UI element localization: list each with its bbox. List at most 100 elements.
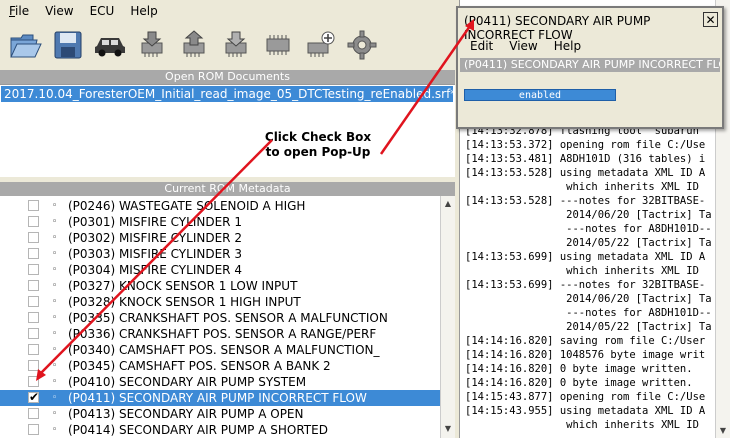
bullet-icon: ◦ [52, 313, 58, 323]
metadata-row[interactable]: ◦ (P0410) SECONDARY AIR PUMP SYSTEM [0, 374, 440, 390]
metadata-row[interactable]: ◦ (P0328) KNOCK SENSOR 1 HIGH INPUT [0, 294, 440, 310]
menu-help[interactable]: Help [130, 4, 157, 18]
metadata-row[interactable]: ◦ (P0301) MISFIRE CYLINDER 1 [0, 214, 440, 230]
metadata-row-label: (P0303) MISFIRE CYLINDER 3 [68, 247, 242, 261]
chip-download-icon[interactable] [134, 27, 170, 63]
log-line: which inherits XML ID [465, 419, 699, 431]
popup-menu-edit[interactable]: Edit [470, 39, 493, 53]
annotation-text: Click Check Box to open Pop-Up [264, 130, 372, 159]
log-scroll-down-icon[interactable]: ▼ [718, 426, 728, 436]
gear-icon[interactable] [344, 27, 380, 63]
log-line: [14:14:16.820] 0 byte image written. [465, 363, 693, 375]
log-line: which inherits XML ID [465, 181, 699, 193]
metadata-row-label: (P0345) CAMSHAFT POS. SENSOR A BANK 2 [68, 359, 331, 373]
metadata-row-label: (P0304) MISFIRE CYLINDER 4 [68, 263, 242, 277]
chip-icon[interactable] [260, 27, 296, 63]
metadata-row-label: (P0413) SECONDARY AIR PUMP A OPEN [68, 407, 304, 421]
bullet-icon: ◦ [52, 201, 58, 211]
row-checkbox[interactable] [28, 328, 39, 339]
open-rom-header: Open ROM Documents [0, 70, 455, 84]
popup-menu-bar: Edit View Help [458, 36, 722, 56]
log-line: [14:15:43.877] opening rom file C:/Use [465, 391, 706, 403]
metadata-row[interactable]: ◦ (P0345) CAMSHAFT POS. SENSOR A BANK 2 [0, 358, 440, 374]
metadata-row-label: (P0414) SECONDARY AIR PUMP A SHORTED [68, 423, 328, 437]
metadata-row[interactable]: ◦ (P0303) MISFIRE CYLINDER 3 [0, 246, 440, 262]
row-checkbox[interactable] [28, 248, 39, 259]
log-line: [14:15:43.955] using metadata XML ID A [465, 405, 706, 417]
log-line: [14:13:53.372] opening rom file C:/Use [465, 139, 706, 151]
metadata-row[interactable]: ◦ (P0246) WASTEGATE SOLENOID A HIGH [0, 198, 440, 214]
close-icon[interactable]: ✕ [703, 12, 718, 27]
row-checkbox[interactable] [28, 408, 39, 419]
row-checkbox[interactable] [28, 216, 39, 227]
log-line: [14:13:53.481] A8DH101D (316 tables) i [465, 153, 706, 165]
bullet-icon: ◦ [52, 425, 58, 435]
log-line: [14:13:53.699] using metadata XML ID A [465, 251, 706, 263]
bullet-icon: ◦ [52, 329, 58, 339]
metadata-row[interactable]: ◦ (P0302) MISFIRE CYLINDER 2 [0, 230, 440, 246]
metadata-row-label: (P0327) KNOCK SENSOR 1 LOW INPUT [68, 279, 298, 293]
popup-menu-view[interactable]: View [509, 39, 537, 53]
menu-file[interactable]: File [9, 4, 29, 18]
menu-ecu[interactable]: ECU [90, 4, 115, 18]
row-checkbox[interactable] [28, 360, 39, 371]
metadata-row-label: (P0411) SECONDARY AIR PUMP INCORRECT FLO… [68, 391, 367, 405]
metadata-row-label: (P0336) CRANKSHAFT POS. SENSOR A RANGE/P… [68, 327, 377, 341]
row-checkbox[interactable] [28, 312, 39, 323]
row-checkbox[interactable] [28, 296, 39, 307]
chip-download-alt-icon[interactable] [218, 27, 254, 63]
bullet-icon: ◦ [52, 217, 58, 227]
log-line: ---notes for A8DH101D-- [465, 307, 712, 319]
popup-menu-help[interactable]: Help [554, 39, 581, 53]
bullet-icon: ◦ [52, 377, 58, 387]
save-disk-icon[interactable] [50, 27, 86, 63]
folder-open-icon[interactable] [8, 27, 44, 63]
log-line: 2014/05/22 [Tactrix] Ta [465, 321, 712, 333]
menu-view[interactable]: View [45, 4, 73, 18]
log-line: 2014/06/20 [Tactrix] Ta [465, 209, 712, 221]
metadata-row-label: (P0302) MISFIRE CYLINDER 2 [68, 231, 242, 245]
row-checkbox[interactable] [28, 376, 39, 387]
row-checkbox[interactable] [28, 200, 39, 211]
chip-add-icon[interactable] [302, 27, 338, 63]
scroll-up-icon[interactable]: ▲ [443, 199, 453, 209]
log-line: which inherits XML ID [465, 265, 699, 277]
row-checkbox[interactable] [28, 232, 39, 243]
bullet-icon: ◦ [52, 233, 58, 243]
metadata-row[interactable]: ✔ ◦ (P0411) SECONDARY AIR PUMP INCORRECT F… [0, 390, 440, 406]
row-checkbox[interactable] [28, 264, 39, 275]
scroll-down-icon[interactable]: ▼ [443, 424, 453, 434]
open-rom-file[interactable]: 2017.10.04_ForesterOEM_Initial_read_imag… [1, 86, 453, 102]
log-line: 2014/05/22 [Tactrix] Ta [465, 237, 712, 249]
menu-bar: File View ECU Help [0, 0, 455, 22]
metadata-row[interactable]: ◦ (P0304) MISFIRE CYLINDER 4 [0, 262, 440, 278]
metadata-row[interactable]: ◦ (P0336) CRANKSHAFT POS. SENSOR A RANGE/… [0, 326, 440, 342]
car-icon[interactable] [92, 27, 128, 63]
bullet-icon: ◦ [52, 409, 58, 419]
check-mark-icon: ✔ [29, 390, 40, 404]
metadata-header: Current ROM Metadata [0, 182, 455, 196]
log-line: [14:13:53.528] ---notes for 32BITBASE- [465, 195, 706, 207]
toolbar [0, 23, 455, 67]
chip-upload-icon[interactable] [176, 27, 212, 63]
metadata-row[interactable]: ◦ (P0413) SECONDARY AIR PUMP A OPEN [0, 406, 440, 422]
popup-description: (P0411) SECONDARY AIR PUMP INCORRECT FLO… [460, 58, 720, 72]
metadata-row-label: (P0301) MISFIRE CYLINDER 1 [68, 215, 242, 229]
metadata-row[interactable]: ◦ (P0414) SECONDARY AIR PUMP A SHORTED [0, 422, 440, 438]
row-checkbox[interactable]: ✔ [28, 390, 40, 404]
row-checkbox[interactable] [28, 424, 39, 435]
bullet-icon: ◦ [52, 345, 58, 355]
row-checkbox[interactable] [28, 344, 39, 355]
log-line: [14:14:16.820] 1048576 byte image writ [465, 349, 706, 361]
metadata-row-label: (P0335) CRANKSHAFT POS. SENSOR A MALFUNC… [68, 311, 388, 325]
metadata-row[interactable]: ◦ (P0335) CRANKSHAFT POS. SENSOR A MALFUN… [0, 310, 440, 326]
log-line: ---notes for A8DH101D-- [465, 223, 712, 235]
status-badge[interactable]: enabled [464, 89, 616, 101]
open-rom-list: 2017.10.04_ForesterOEM_Initial_read_imag… [0, 84, 455, 177]
metadata-row[interactable]: ◦ (P0340) CAMSHAFT POS. SENSOR A MALFUNCT… [0, 342, 440, 358]
row-checkbox[interactable] [28, 280, 39, 291]
metadata-row[interactable]: ◦ (P0327) KNOCK SENSOR 1 LOW INPUT [0, 278, 440, 294]
metadata-row-label: (P0410) SECONDARY AIR PUMP SYSTEM [68, 375, 307, 389]
metadata-scrollbar[interactable]: ▲ ▼ [440, 196, 455, 438]
bullet-icon: ◦ [52, 265, 58, 275]
